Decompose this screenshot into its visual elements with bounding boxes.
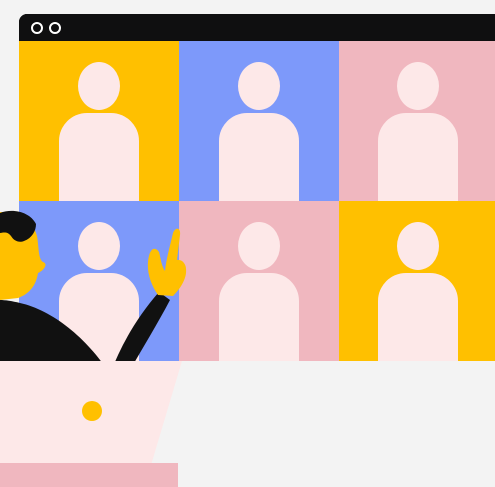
- participant-tile: [19, 41, 179, 201]
- window-titlebar: [19, 14, 495, 41]
- person-avatar-icon: [59, 273, 139, 361]
- laptop-base: [0, 463, 178, 487]
- video-call-illustration: [0, 0, 495, 487]
- person-avatar-icon: [219, 113, 299, 201]
- person-avatar-icon: [397, 222, 439, 270]
- video-call-window: [19, 14, 495, 361]
- person-avatar-icon: [219, 273, 299, 361]
- person-avatar-icon: [59, 113, 139, 201]
- person-avatar-icon: [378, 273, 458, 361]
- person-avatar-icon: [78, 62, 120, 110]
- person-avatar-icon: [397, 62, 439, 110]
- window-control-icon: [49, 22, 61, 34]
- participant-grid: [19, 41, 495, 361]
- window-control-icon: [31, 22, 43, 34]
- participant-tile: [339, 201, 495, 361]
- participant-tile: [179, 201, 339, 361]
- participant-tile: [19, 201, 179, 361]
- laptop-logo-icon: [82, 401, 102, 421]
- participant-tile: [339, 41, 495, 201]
- participant-tile: [179, 41, 339, 201]
- person-avatar-icon: [78, 222, 120, 270]
- person-avatar-icon: [378, 113, 458, 201]
- person-avatar-icon: [238, 62, 280, 110]
- person-avatar-icon: [238, 222, 280, 270]
